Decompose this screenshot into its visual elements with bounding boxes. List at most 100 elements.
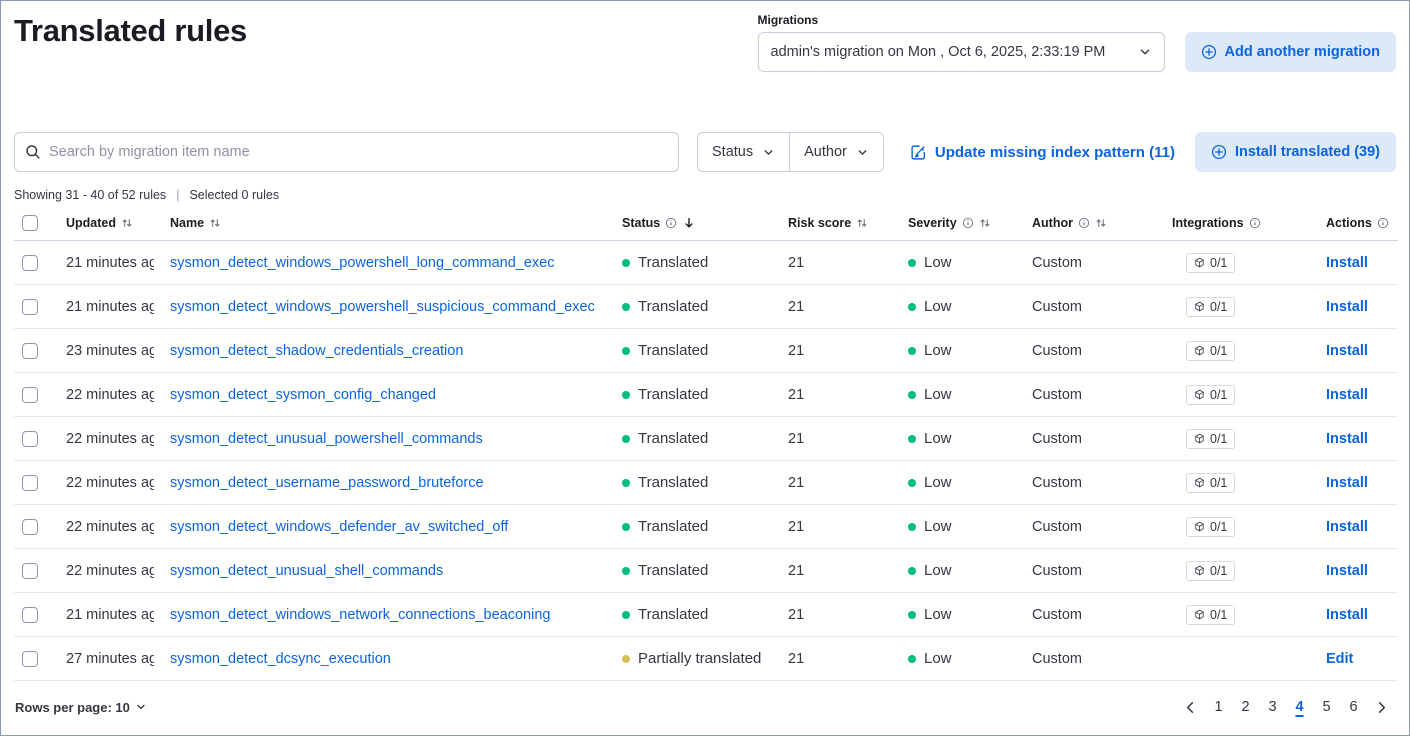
integrations-badge[interactable]: 0/1: [1186, 341, 1235, 361]
add-migration-button[interactable]: Add another migration: [1185, 32, 1396, 72]
page-button-1[interactable]: 1: [1206, 694, 1231, 720]
row-action-link[interactable]: Install: [1326, 343, 1368, 359]
prev-page-button[interactable]: [1177, 700, 1204, 715]
rule-name-link[interactable]: sysmon_detect_shadow_credentials_creatio…: [170, 343, 606, 359]
integrations-count: 0/1: [1210, 300, 1227, 314]
selected-count: Selected 0 rules: [189, 188, 279, 202]
package-icon: [1194, 477, 1205, 488]
page-button-3[interactable]: 3: [1260, 694, 1285, 720]
integrations-badge[interactable]: 0/1: [1186, 561, 1235, 581]
status-dot: [622, 611, 630, 619]
search-box: [14, 132, 679, 172]
search-input[interactable]: [49, 144, 668, 160]
status-label: Partially translated: [638, 650, 761, 667]
rule-name-link[interactable]: sysmon_detect_username_password_brutefor…: [170, 475, 606, 491]
integrations-badge[interactable]: 0/1: [1186, 429, 1235, 449]
row-checkbox[interactable]: [22, 343, 38, 359]
sort-name-button[interactable]: Name: [170, 216, 221, 230]
author-filter-button[interactable]: Author: [789, 133, 883, 171]
severity-dot: [908, 259, 916, 267]
sort-risk-score-button[interactable]: Risk score: [788, 216, 868, 230]
page-button-4[interactable]: 4: [1287, 694, 1312, 720]
rule-name-link[interactable]: sysmon_detect_windows_network_connection…: [170, 607, 606, 623]
status-column-header: Status: [622, 216, 660, 230]
severity-dot: [908, 567, 916, 575]
integrations-badge[interactable]: 0/1: [1186, 517, 1235, 537]
rule-name-link[interactable]: sysmon_detect_unusual_powershell_command…: [170, 431, 606, 447]
rule-name-link[interactable]: sysmon_detect_dcsync_execution: [170, 651, 606, 667]
status-label: Translated: [638, 254, 708, 271]
integrations-count: 0/1: [1210, 608, 1227, 622]
sort-author-button[interactable]: Author: [1032, 216, 1107, 230]
update-index-pattern-button[interactable]: Update missing index pattern (11): [910, 144, 1175, 161]
row-action-link[interactable]: Install: [1326, 387, 1368, 403]
row-checkbox[interactable]: [22, 387, 38, 403]
updated-cell: 22 minutes ago: [66, 563, 154, 579]
row-checkbox[interactable]: [22, 255, 38, 271]
row-action-link[interactable]: Install: [1326, 563, 1368, 579]
translated-rules-page: Translated rules Migrations admin's migr…: [0, 0, 1410, 736]
risk-score-cell: 21: [780, 637, 900, 681]
package-icon: [1194, 433, 1205, 444]
row-action-link[interactable]: Install: [1326, 431, 1368, 447]
row-action-link[interactable]: Install: [1326, 607, 1368, 623]
package-icon: [1194, 565, 1205, 576]
table-row: 21 minutes agosysmon_detect_windows_netw…: [14, 593, 1398, 637]
status-filter-label: Status: [712, 144, 753, 160]
status-filter-button[interactable]: Status: [698, 133, 789, 171]
sort-status-button[interactable]: Status: [622, 216, 696, 230]
row-checkbox[interactable]: [22, 563, 38, 579]
page-button-6[interactable]: 6: [1341, 694, 1366, 720]
integrations-badge[interactable]: 0/1: [1186, 385, 1235, 405]
page-button-2[interactable]: 2: [1233, 694, 1258, 720]
author-cell: Custom: [1024, 461, 1164, 505]
info-icon: [665, 217, 677, 229]
sortable-icon: [979, 217, 991, 229]
page-button-5[interactable]: 5: [1314, 694, 1339, 720]
name-column-header: Name: [170, 216, 204, 230]
severity-label: Low: [924, 474, 952, 491]
install-translated-label: Install translated (39): [1235, 144, 1380, 160]
next-page-button[interactable]: [1368, 700, 1395, 715]
row-checkbox[interactable]: [22, 651, 38, 667]
info-icon: [1249, 217, 1261, 229]
integrations-column-label: Integrations: [1172, 216, 1244, 230]
integrations-badge[interactable]: 0/1: [1186, 605, 1235, 625]
row-checkbox[interactable]: [22, 475, 38, 491]
row-checkbox[interactable]: [22, 519, 38, 535]
table-row: 22 minutes agosysmon_detect_windows_defe…: [14, 505, 1398, 549]
rule-name-link[interactable]: sysmon_detect_unusual_shell_commands: [170, 563, 606, 579]
integrations-badge[interactable]: 0/1: [1186, 297, 1235, 317]
rule-name-link[interactable]: sysmon_detect_sysmon_config_changed: [170, 387, 606, 403]
integrations-count: 0/1: [1210, 476, 1227, 490]
row-checkbox[interactable]: [22, 607, 38, 623]
rows-per-page-button[interactable]: Rows per page: 10: [15, 700, 147, 715]
risk-score-column-header: Risk score: [788, 216, 851, 230]
rule-name-link[interactable]: sysmon_detect_windows_powershell_long_co…: [170, 255, 606, 271]
install-translated-button[interactable]: Install translated (39): [1195, 132, 1396, 172]
select-all-checkbox[interactable]: [22, 215, 38, 231]
migration-select[interactable]: admin's migration on Mon , Oct 6, 2025, …: [758, 32, 1165, 72]
row-checkbox[interactable]: [22, 299, 38, 315]
row-checkbox[interactable]: [22, 431, 38, 447]
severity-label: Low: [924, 342, 952, 359]
integrations-column-header: Integrations: [1172, 216, 1261, 230]
row-action-link[interactable]: Install: [1326, 519, 1368, 535]
rule-name-link[interactable]: sysmon_detect_windows_defender_av_switch…: [170, 519, 606, 535]
integrations-badge[interactable]: 0/1: [1186, 473, 1235, 493]
sort-updated-button[interactable]: Updated: [66, 216, 133, 230]
chevron-down-icon: [1138, 45, 1152, 59]
row-action-link[interactable]: Edit: [1326, 651, 1353, 667]
severity-label: Low: [924, 606, 952, 623]
row-action-link[interactable]: Install: [1326, 299, 1368, 315]
rule-name-link[interactable]: sysmon_detect_windows_powershell_suspici…: [170, 299, 606, 315]
updated-cell: 22 minutes ago: [66, 431, 154, 447]
integrations-count: 0/1: [1210, 432, 1227, 446]
package-icon: [1194, 609, 1205, 620]
author-column-header: Author: [1032, 216, 1073, 230]
row-action-link[interactable]: Install: [1326, 255, 1368, 271]
row-action-link[interactable]: Install: [1326, 475, 1368, 491]
status-label: Translated: [638, 298, 708, 315]
sort-severity-button[interactable]: Severity: [908, 216, 991, 230]
integrations-badge[interactable]: 0/1: [1186, 253, 1235, 273]
